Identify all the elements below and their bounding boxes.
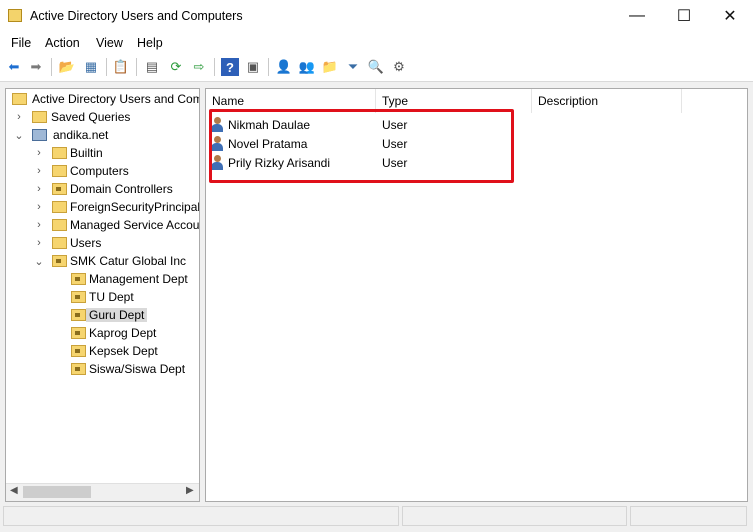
column-header-description[interactable]: Description bbox=[532, 89, 682, 113]
tree-item-label-selected: Guru Dept bbox=[86, 308, 148, 322]
export-list-icon[interactable]: ⇨ bbox=[190, 58, 208, 76]
new-user-icon[interactable]: 👤 bbox=[275, 58, 293, 76]
tree-item-label: Kepsek Dept bbox=[89, 344, 158, 358]
tree-root-label: Active Directory Users and Com bbox=[32, 92, 200, 106]
close-button[interactable]: ✕ bbox=[707, 0, 753, 32]
menu-file[interactable]: File bbox=[11, 36, 31, 50]
tree-item-label: Users bbox=[70, 236, 102, 250]
tree-item-label: andika.net bbox=[53, 128, 109, 142]
toolbar-separator bbox=[268, 58, 269, 76]
tree-item-label: Kaprog Dept bbox=[89, 326, 157, 340]
back-arrow-icon[interactable]: ⬅ bbox=[5, 58, 23, 76]
expand-chevron-icon[interactable]: › bbox=[34, 198, 44, 216]
tree-item-label: Siswa/Siswa Dept bbox=[89, 362, 186, 376]
help-icon[interactable]: ? bbox=[221, 58, 239, 76]
menu-view[interactable]: View bbox=[96, 36, 123, 50]
highlight-box bbox=[209, 109, 514, 183]
folder-icon bbox=[52, 237, 67, 249]
ou-folder-icon bbox=[52, 183, 67, 195]
toolbar-separator bbox=[214, 58, 215, 76]
console-view-icon[interactable]: ▣ bbox=[244, 58, 262, 76]
filter-icon[interactable]: ⏷ bbox=[344, 58, 362, 76]
status-segment bbox=[3, 506, 399, 526]
scroll-right-icon[interactable]: ▶ bbox=[186, 485, 194, 496]
copy-icon[interactable]: 📋 bbox=[112, 58, 130, 76]
ou-folder-icon bbox=[52, 255, 67, 267]
tree-item-label: ForeignSecurityPrincipals bbox=[70, 200, 200, 214]
status-segment bbox=[402, 506, 627, 526]
collapse-chevron-icon[interactable]: ⌄ bbox=[14, 126, 24, 144]
toolbar-separator bbox=[136, 58, 137, 76]
expand-chevron-icon[interactable]: › bbox=[34, 162, 44, 180]
properties-icon[interactable]: ▤ bbox=[143, 58, 161, 76]
new-group-icon[interactable]: 👥 bbox=[298, 58, 316, 76]
delegate-icon[interactable]: ⚙ bbox=[390, 58, 408, 76]
refresh-icon[interactable]: ⟳ bbox=[167, 58, 185, 76]
new-ou-icon[interactable]: 📁 bbox=[321, 58, 339, 76]
tree-item-label: Builtin bbox=[70, 146, 103, 160]
ou-folder-icon bbox=[71, 363, 86, 375]
folder-icon bbox=[52, 147, 67, 159]
expand-chevron-icon[interactable]: › bbox=[34, 144, 44, 162]
ou-folder-icon bbox=[71, 309, 86, 321]
collapse-chevron-icon[interactable]: ⌄ bbox=[34, 252, 44, 270]
show-hide-tree-icon[interactable]: ▦ bbox=[82, 58, 100, 76]
expand-chevron-icon[interactable]: › bbox=[34, 180, 44, 198]
tree-item-label: Computers bbox=[70, 164, 129, 178]
console-tree[interactable]: Active Directory Users and Com › Saved Q… bbox=[5, 88, 200, 502]
menu-action[interactable]: Action bbox=[45, 36, 80, 50]
snapin-icon bbox=[12, 93, 27, 105]
expand-chevron-icon[interactable]: › bbox=[34, 234, 44, 252]
maximize-button[interactable]: ☐ bbox=[661, 0, 707, 32]
expand-chevron-icon[interactable]: › bbox=[14, 108, 24, 126]
forward-arrow-icon[interactable]: ➡ bbox=[27, 58, 45, 76]
tree-item-label: Management Dept bbox=[89, 272, 188, 286]
toolbar-separator bbox=[106, 58, 107, 76]
up-folder-icon[interactable]: 📂 bbox=[58, 58, 76, 76]
ou-folder-icon bbox=[71, 327, 86, 339]
minimize-button[interactable]: — bbox=[614, 0, 660, 32]
domain-icon bbox=[32, 129, 47, 141]
folder-icon bbox=[52, 201, 67, 213]
details-list[interactable]: Name Type Description Nikmah Daulae User… bbox=[205, 88, 748, 502]
tree-item-label: Saved Queries bbox=[51, 110, 131, 124]
menu-help[interactable]: Help bbox=[137, 36, 163, 50]
folder-icon bbox=[32, 111, 47, 123]
tree-item-label: SMK Catur Global Inc bbox=[70, 254, 187, 268]
find-icon[interactable]: 🔍 bbox=[367, 58, 385, 76]
expand-chevron-icon[interactable]: › bbox=[34, 216, 44, 234]
ou-folder-icon bbox=[71, 273, 86, 285]
ou-folder-icon bbox=[71, 345, 86, 357]
tree-item-label: Domain Controllers bbox=[70, 182, 173, 196]
app-folder-icon bbox=[8, 9, 22, 22]
ou-folder-icon bbox=[71, 291, 86, 303]
scrollbar-thumb[interactable] bbox=[23, 486, 91, 498]
horizontal-scrollbar[interactable]: ◀ ▶ bbox=[6, 483, 199, 501]
window-title: Active Directory Users and Computers bbox=[30, 9, 243, 23]
folder-icon bbox=[52, 219, 67, 231]
folder-icon bbox=[52, 165, 67, 177]
tree-item-label: TU Dept bbox=[89, 290, 134, 304]
toolbar-separator bbox=[51, 58, 52, 76]
scroll-left-icon[interactable]: ◀ bbox=[10, 485, 18, 496]
tree-item-label: Managed Service Accour bbox=[70, 218, 200, 232]
status-segment bbox=[630, 506, 747, 526]
